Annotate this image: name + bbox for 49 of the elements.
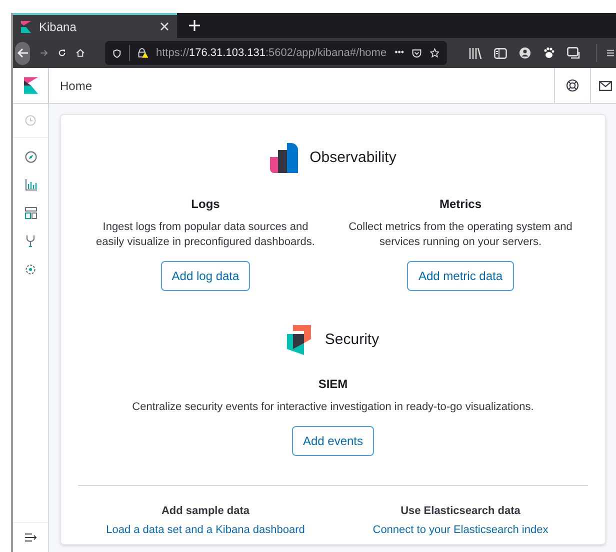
mail-icon[interactable] <box>599 80 612 90</box>
pocket-icon[interactable] <box>412 48 422 58</box>
page-actions-menu[interactable]: ••• <box>394 46 404 60</box>
insecure-lock-icon <box>138 47 148 59</box>
menu-icon[interactable] <box>606 48 614 58</box>
collapse-menu-icon[interactable] <box>24 533 36 542</box>
dashboard-icon[interactable] <box>24 207 36 219</box>
observability-logo-icon <box>270 143 298 173</box>
card-description: Centralize security events for interactive investigation in ready-to-go visualizations. <box>131 400 535 415</box>
card-description: Collect metrics from the operating system and services running on your servers. <box>348 220 574 250</box>
footer-link[interactable]: Connect to your Elasticsearch index <box>372 522 548 538</box>
card-title: Metrics <box>439 196 482 213</box>
card-description: Ingest logs from popular data sources and easily visualize in preconfigured dashboards. <box>95 220 316 250</box>
back-arrow-icon <box>16 48 29 58</box>
add-data-button[interactable]: Add metric data <box>407 261 514 291</box>
security-logo-icon <box>286 325 311 355</box>
add-data-button[interactable]: Add events <box>292 426 374 456</box>
close-icon[interactable] <box>160 22 169 31</box>
breadcrumb: Home <box>59 78 94 94</box>
card-title: Logs <box>191 196 220 213</box>
paw-icon[interactable] <box>543 47 555 59</box>
tab-title: Kibana <box>39 18 78 36</box>
card-title: SIEM <box>318 376 348 393</box>
home-icon[interactable] <box>76 47 85 59</box>
bar-chart-icon[interactable] <box>24 179 36 191</box>
browser-tab[interactable]: Kibana <box>13 13 177 38</box>
new-tab-icon[interactable] <box>189 20 200 31</box>
help-icon[interactable] <box>566 79 579 92</box>
forward-arrow-icon[interactable] <box>40 48 48 58</box>
url-bar[interactable]: https://176.31.103.131:5602/app/kibana#/home ••• <box>105 41 447 65</box>
kibana-logo-icon[interactable] <box>24 77 38 94</box>
footer-title: Use Elasticsearch data <box>400 504 520 519</box>
footer-link[interactable]: Load a data set and a Kibana dashboard <box>106 522 305 538</box>
footer-title: Add sample data <box>161 504 250 519</box>
library-icon[interactable] <box>469 48 482 58</box>
gear-icon[interactable] <box>24 263 37 276</box>
section-title: Observability <box>310 148 396 168</box>
url-text: https://176.31.103.131:5602/app/kibana#/home <box>156 46 387 61</box>
shield-icon <box>113 48 121 58</box>
compass-icon[interactable] <box>24 151 36 163</box>
account-icon[interactable] <box>519 47 531 59</box>
kibana-logo-icon <box>21 20 31 32</box>
sidebar-icon[interactable] <box>494 48 507 58</box>
back-button[interactable] <box>15 42 30 64</box>
add-data-button[interactable]: Add log data <box>160 261 250 291</box>
star-icon[interactable] <box>430 47 440 59</box>
screenshot-icon[interactable] <box>567 47 580 59</box>
reload-icon[interactable] <box>58 47 66 59</box>
section-title: Security <box>324 330 380 350</box>
